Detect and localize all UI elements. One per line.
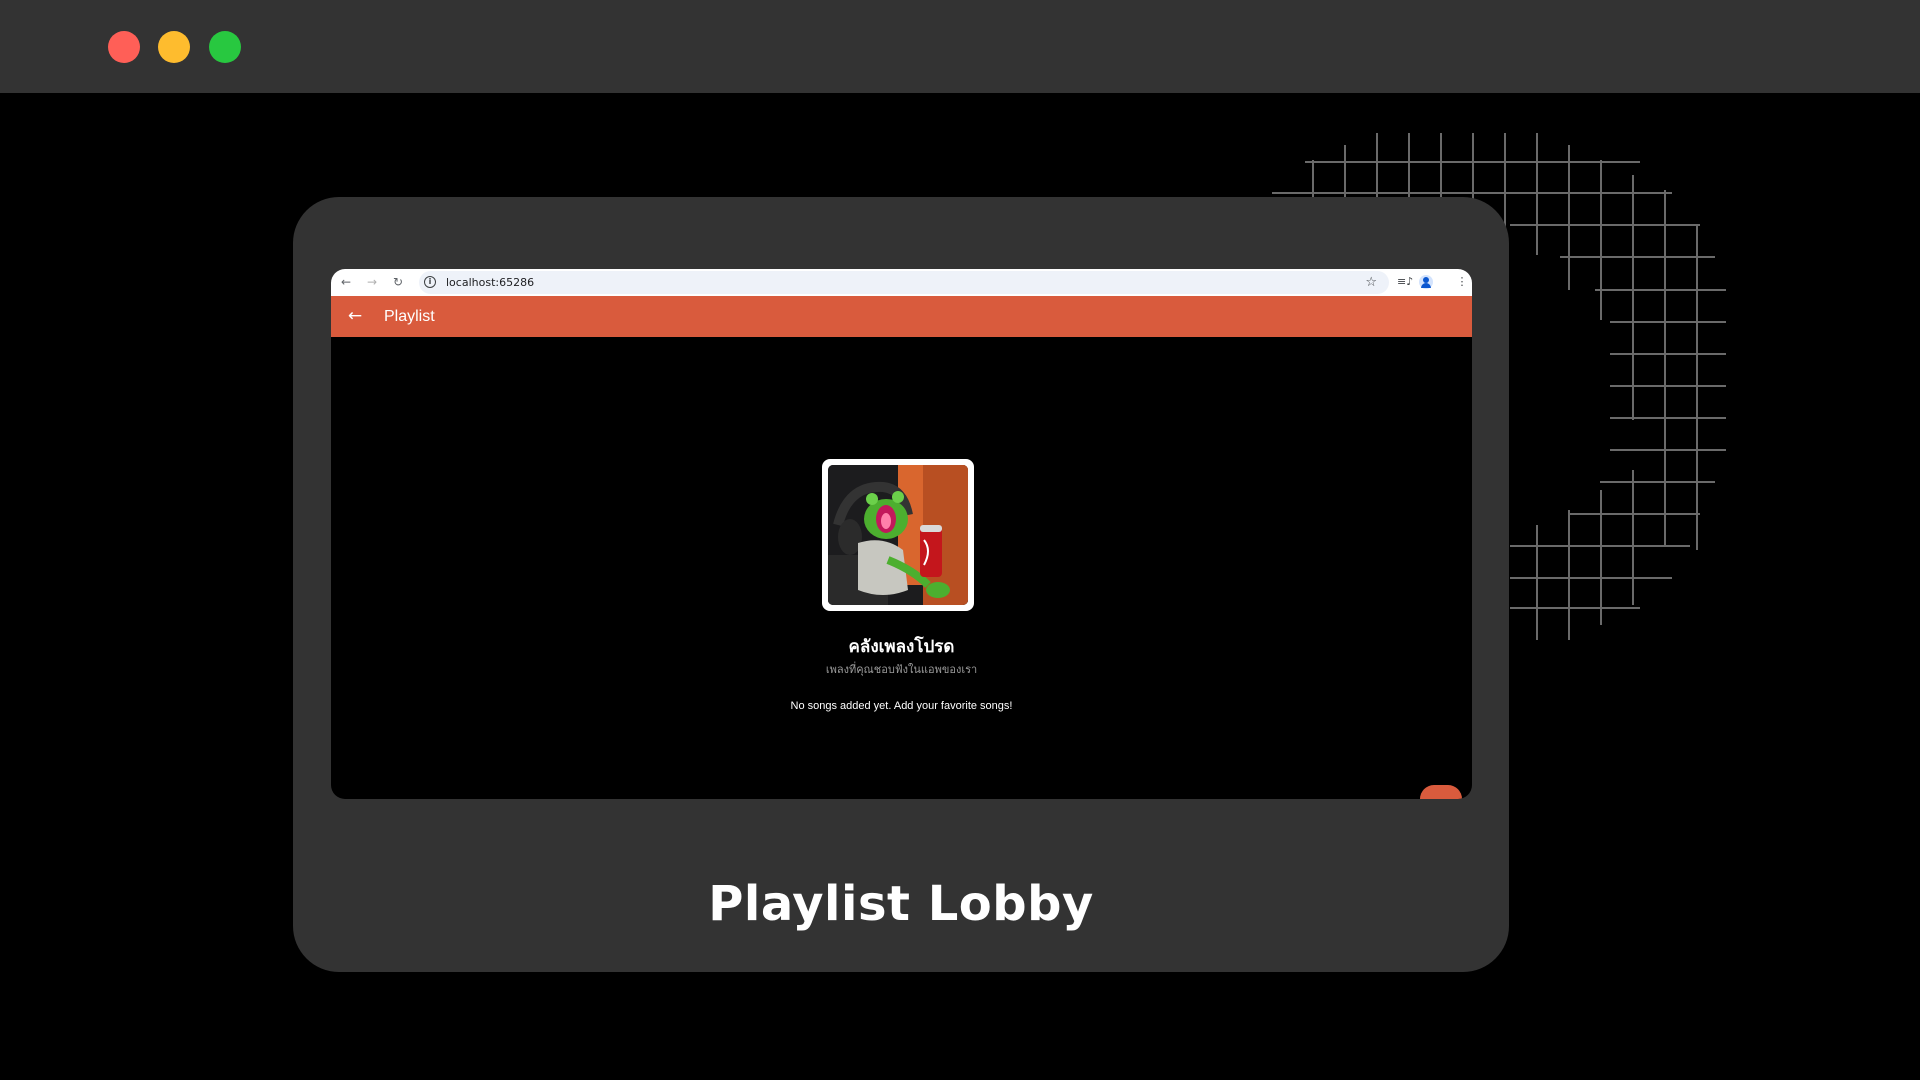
playlist-title: คลังเพลงโปรด [848, 637, 955, 657]
app-bar-title: Playlist [384, 308, 435, 325]
add-song-fab-button[interactable] [1420, 785, 1462, 799]
playlist-cover-frame [822, 459, 974, 611]
empty-state-message: No songs added yet. Add your favorite so… [790, 700, 1013, 712]
browser-forward-icon[interactable]: → [363, 272, 381, 292]
browser-back-icon[interactable]: ← [337, 272, 355, 292]
profile-avatar-icon[interactable] [1419, 275, 1433, 289]
browser-reload-icon[interactable]: ↻ [389, 272, 407, 292]
browser-toolbar: ← → ↻ i localhost:65286 ☆ ≡♪ ⋮ [331, 269, 1472, 296]
address-url[interactable]: localhost:65286 [446, 271, 534, 294]
playlist-subtitle: เพลงที่คุณชอบฟังในแอพของเรา [825, 663, 978, 676]
browser-menu-icon[interactable]: ⋮ [1454, 272, 1470, 292]
app-bar: ← Playlist [331, 296, 1472, 337]
browser-window: ← → ↻ i localhost:65286 ☆ ≡♪ ⋮ ← Playlis… [331, 269, 1472, 799]
address-bar[interactable]: i localhost:65286 ☆ [419, 271, 1389, 294]
cover-illustration [828, 465, 968, 605]
back-arrow-icon[interactable]: ← [343, 296, 367, 337]
showcase-caption: Playlist Lobby [708, 876, 1094, 932]
bookmark-star-icon[interactable]: ☆ [1365, 271, 1377, 294]
site-info-icon[interactable]: i [424, 276, 436, 288]
playlist-cover-image [828, 465, 968, 605]
media-controls-icon[interactable]: ≡♪ [1397, 272, 1413, 292]
